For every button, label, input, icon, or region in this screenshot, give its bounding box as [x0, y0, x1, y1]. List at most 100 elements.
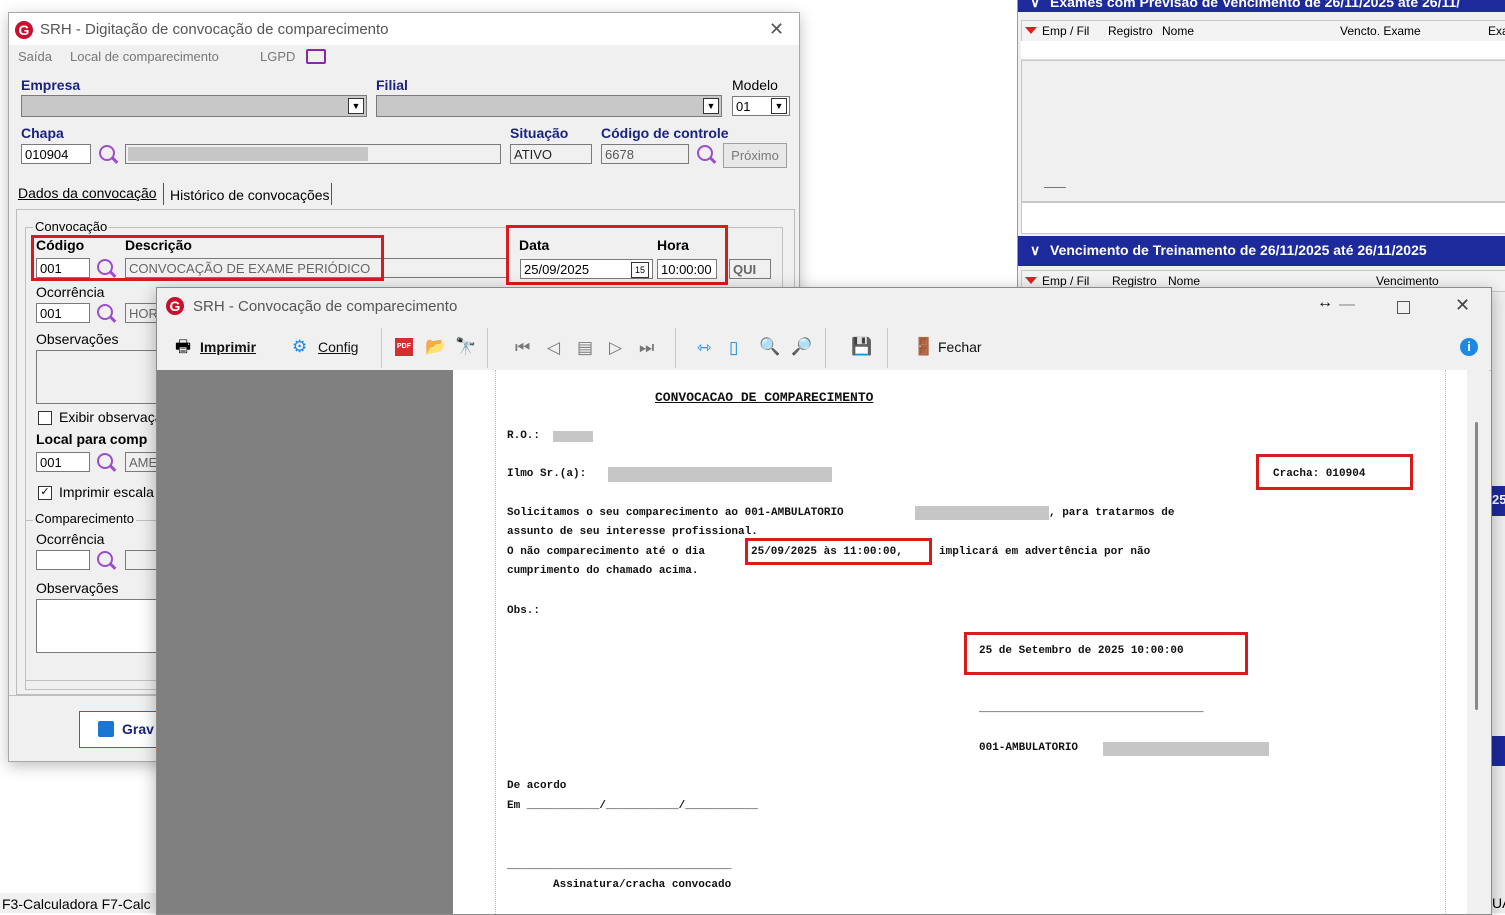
redacted-ambulatorio — [1103, 742, 1269, 756]
observacoes-textarea[interactable] — [36, 350, 166, 404]
toolbar-separator — [675, 328, 676, 368]
minimize-icon[interactable]: — — [1339, 296, 1355, 314]
title-bar[interactable]: G SRH - Convocação de comparecimento ↔ —… — [157, 288, 1491, 326]
scrollbar-thumb[interactable] — [1475, 422, 1478, 710]
window-title: SRH - Digitação de convocação de compare… — [40, 21, 389, 38]
report-line3b: implicará em advertência por não — [939, 546, 1151, 558]
scroll-indicator — [1044, 187, 1066, 188]
report-page: CONVOCACAO DE COMPARECIMENTO R.O.: Ilmo … — [453, 370, 1467, 914]
whole-page-icon[interactable]: ▯ — [729, 339, 738, 357]
search-icon[interactable] — [99, 145, 115, 161]
search-icon[interactable] — [97, 453, 113, 469]
maximize-icon[interactable] — [1397, 301, 1410, 314]
menu-saida[interactable]: Saída — [18, 49, 52, 64]
filter-field[interactable] — [1021, 202, 1505, 234]
exam-grid-header: Emp / Fil Registro Nome Vencto. Exame Ex… — [1021, 20, 1505, 42]
page-width-icon[interactable]: ⇿ — [697, 339, 711, 357]
menu-local-comparecimento[interactable]: Local de comparecimento — [70, 49, 219, 64]
save-icon — [98, 721, 114, 737]
column-header[interactable]: Exa — [1488, 24, 1505, 38]
fechar-button[interactable]: Fechar — [938, 339, 982, 355]
imprimir-button[interactable]: Imprimir — [200, 339, 256, 355]
report-line1a: Solicitamos o seu comparecimento ao 001-… — [507, 507, 844, 519]
column-header[interactable]: Vencimento — [1376, 274, 1439, 288]
empresa-label: Empresa — [21, 77, 81, 93]
exit-door-icon[interactable]: 🚪 — [913, 338, 934, 356]
exam-grid-row[interactable] — [1021, 41, 1505, 60]
info-icon[interactable]: i — [1460, 338, 1478, 356]
binoculars-icon[interactable]: 🔭 — [455, 338, 476, 356]
printer-icon[interactable]: 🖶 — [175, 338, 191, 356]
gear-icon[interactable]: ⚙ — [292, 338, 307, 356]
modelo-value: 01 — [736, 99, 751, 114]
chapa-input[interactable]: 010904 — [21, 144, 91, 164]
margin-guide — [495, 370, 496, 914]
imprimir-escala-checkbox[interactable]: ✓ — [38, 486, 52, 500]
last-page-icon[interactable]: ⏭ — [639, 339, 654, 357]
column-header[interactable]: Emp / Fil — [1042, 24, 1089, 38]
obs-label: Obs.: — [507, 605, 541, 617]
margin-guide — [1445, 370, 1446, 914]
sort-arrow-icon[interactable] — [1025, 27, 1037, 34]
local-input[interactable]: 001 — [36, 452, 90, 472]
gravar-button-label: Grav — [122, 721, 154, 737]
chevron-down-icon[interactable]: ▼ — [348, 98, 364, 114]
report-viewer-window: G SRH - Convocação de comparecimento ↔ —… — [156, 287, 1492, 915]
prev-page-icon[interactable]: ◁ — [547, 339, 560, 357]
comp-ocorrencia-label: Ocorrência — [36, 531, 105, 547]
highlight-box — [31, 235, 384, 281]
chevron-down-icon[interactable]: ▼ — [703, 98, 719, 114]
weekday-field: QUI — [729, 259, 771, 279]
search-icon[interactable] — [697, 145, 713, 161]
redacted-ro — [553, 431, 593, 442]
search-icon[interactable] — [97, 304, 113, 320]
comp-observacoes-textarea[interactable] — [36, 599, 166, 653]
chevron-down-icon[interactable]: ▼ — [771, 98, 787, 114]
menu-lgpd[interactable]: LGPD — [260, 49, 295, 64]
zoom-out-icon[interactable]: 🔎 — [791, 338, 812, 356]
report-line2: assunto de seu interesse profissional. — [507, 526, 758, 538]
report-line3a: O não comparecimento até o dia — [507, 546, 706, 558]
training-header-bar[interactable]: ∨ Vencimento de Treinamento de 26/11/202… — [1018, 236, 1505, 266]
search-icon[interactable] — [97, 551, 113, 567]
exam-grid-body — [1021, 60, 1505, 202]
title-bar[interactable]: G SRH - Digitação de convocação de compa… — [9, 13, 799, 45]
close-icon[interactable]: ✕ — [1455, 295, 1470, 316]
zoom-in-icon[interactable]: 🔍 — [759, 338, 780, 356]
ro-label: R.O.: — [507, 430, 541, 442]
close-icon[interactable]: ✕ — [769, 19, 784, 40]
column-header[interactable]: Nome — [1162, 24, 1194, 38]
collapse-icon[interactable]: ∨ — [1030, 0, 1040, 11]
column-header[interactable]: Nome — [1168, 274, 1200, 288]
column-header[interactable]: Registro — [1112, 274, 1157, 288]
em-date-line: Em ___________/___________/___________ — [507, 800, 758, 812]
resize-icon[interactable]: ↔ — [1317, 294, 1333, 312]
config-button[interactable]: Config — [318, 339, 358, 355]
column-header[interactable]: Vencto. Exame — [1340, 24, 1421, 38]
codigo-controle-field: 6678 — [601, 144, 689, 164]
exibir-observacao-checkbox[interactable] — [38, 411, 52, 425]
pdf-export-icon[interactable]: PDF — [395, 338, 413, 356]
highlight-box — [745, 538, 932, 565]
collapse-icon[interactable]: ∨ — [1030, 242, 1040, 259]
tab-dados-convocacao[interactable]: Dados da convocação — [18, 185, 157, 201]
sort-arrow-icon[interactable] — [1025, 277, 1037, 284]
proximo-button[interactable]: Próximo — [723, 143, 787, 168]
comp-ocorrencia-input[interactable] — [36, 550, 90, 570]
filial-select[interactable]: ▼ — [376, 95, 722, 117]
folder-open-icon[interactable]: 📂 — [425, 338, 446, 356]
exam-header-bar[interactable]: ∨ Exames com Previsão de Vencimento de 2… — [1018, 0, 1505, 12]
next-page-icon[interactable]: ▷ — [609, 339, 622, 357]
vertical-scrollbar[interactable] — [1467, 370, 1489, 914]
first-page-icon[interactable]: ⏮ — [515, 339, 530, 357]
goto-page-icon[interactable]: ▤ — [577, 339, 593, 357]
tab-historico-convocacoes[interactable]: Histórico de convocações — [170, 187, 330, 203]
empresa-select[interactable]: ▼ — [21, 95, 367, 117]
column-header[interactable]: Emp / Fil — [1042, 274, 1089, 288]
redacted-ambulatorio — [915, 506, 1049, 520]
save-icon[interactable]: 💾 — [851, 338, 872, 356]
column-header[interactable]: Registro — [1108, 24, 1153, 38]
modelo-select[interactable]: 01 ▼ — [732, 96, 790, 116]
ocorrencia-input[interactable]: 001 — [36, 303, 90, 323]
monitor-icon[interactable] — [306, 49, 326, 64]
